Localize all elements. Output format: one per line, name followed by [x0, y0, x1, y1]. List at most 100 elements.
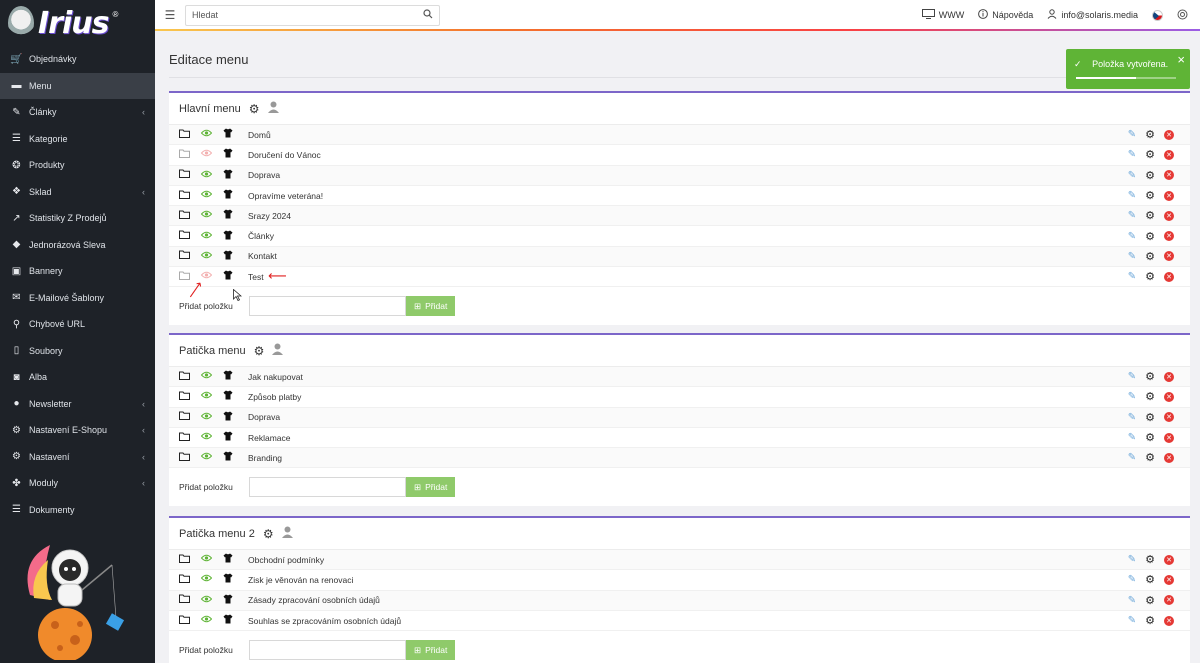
folder-icon[interactable] [179, 391, 190, 403]
gear-icon[interactable]: ⚙ [1145, 573, 1155, 586]
tshirt-icon[interactable] [222, 411, 233, 424]
eye-icon[interactable] [200, 210, 213, 221]
tshirt-icon[interactable] [222, 250, 233, 263]
hamburger-menu-icon[interactable]: ☰ [155, 8, 185, 22]
menu-item-label[interactable]: Zisk je věnován na renovaci [248, 575, 353, 585]
edit-pencil-icon[interactable]: ✎ [1128, 574, 1136, 585]
eye-icon[interactable] [200, 371, 213, 382]
menu-item-label[interactable]: Kontakt [248, 251, 277, 261]
tshirt-icon[interactable] [222, 230, 233, 243]
edit-pencil-icon[interactable]: ✎ [1128, 271, 1136, 282]
edit-pencil-icon[interactable]: ✎ [1128, 595, 1136, 606]
sidebar-item-16[interactable]: ⚙ Nastavení ‹ [0, 444, 155, 471]
delete-icon[interactable]: ✕ [1164, 271, 1174, 282]
menu-item-label[interactable]: Srazy 2024 [248, 211, 291, 221]
gear-icon[interactable]: ⚙ [1145, 370, 1155, 383]
menu-item-label[interactable]: Obchodní podmínky [248, 555, 324, 565]
edit-pencil-icon[interactable]: ✎ [1128, 251, 1136, 262]
delete-icon[interactable]: ✕ [1164, 391, 1174, 402]
tshirt-icon[interactable] [222, 573, 233, 586]
delete-icon[interactable]: ✕ [1164, 149, 1174, 160]
add-item-input[interactable] [249, 640, 406, 661]
sidebar-item-17[interactable]: ✤ Moduly ‹ [0, 470, 155, 497]
folder-icon[interactable] [179, 411, 190, 423]
menu-item-label[interactable]: Jak nakupovat [248, 372, 303, 382]
eye-hidden-icon[interactable] [200, 271, 213, 282]
delete-icon[interactable]: ✕ [1164, 615, 1174, 626]
delete-icon[interactable]: ✕ [1164, 452, 1174, 463]
folder-icon[interactable] [179, 230, 190, 242]
gear-icon[interactable]: ⚙ [249, 102, 260, 116]
folder-icon[interactable] [179, 169, 190, 181]
delete-icon[interactable]: ✕ [1164, 595, 1174, 606]
sidebar-item-4[interactable]: ☰ Kategorie [0, 126, 155, 153]
sidebar-item-2[interactable]: ▬ Menu [0, 72, 155, 99]
tshirt-icon[interactable] [222, 189, 233, 202]
gear-icon[interactable]: ⚙ [1145, 230, 1155, 243]
menu-item-label[interactable]: Test [248, 272, 264, 282]
close-icon[interactable]: × [1177, 52, 1185, 67]
gear-icon[interactable]: ⚙ [1145, 270, 1155, 283]
sidebar-item-13[interactable]: ◙ Alba [0, 364, 155, 391]
add-item-input[interactable] [249, 477, 406, 498]
sidebar-item-10[interactable]: ✉ E-Mailové Šablony [0, 285, 155, 312]
edit-pencil-icon[interactable]: ✎ [1128, 391, 1136, 402]
user-icon[interactable] [272, 343, 284, 358]
edit-pencil-icon[interactable]: ✎ [1128, 452, 1136, 463]
edit-pencil-icon[interactable]: ✎ [1128, 129, 1136, 140]
search-input[interactable] [192, 10, 423, 20]
gear-icon[interactable]: ⚙ [1145, 614, 1155, 627]
tshirt-icon[interactable] [222, 148, 233, 161]
menu-item-label[interactable]: Souhlas se zpracováním osobních údajů [248, 616, 401, 626]
eye-icon[interactable] [200, 412, 213, 423]
eye-hidden-icon[interactable] [200, 149, 213, 160]
www-link[interactable]: WWW [921, 9, 964, 21]
menu-item-label[interactable]: Opravíme veteránа! [248, 191, 323, 201]
delete-icon[interactable]: ✕ [1164, 574, 1174, 585]
tshirt-icon[interactable] [222, 390, 233, 403]
gear-icon[interactable]: ⚙ [1145, 411, 1155, 424]
add-item-input[interactable] [249, 296, 406, 317]
folder-icon[interactable] [179, 452, 190, 464]
czech-flag-icon[interactable] [1152, 9, 1163, 21]
sidebar-item-1[interactable]: 🛒 Objednávky [0, 46, 155, 73]
sidebar-item-15[interactable]: ⚙ Nastavení E-Shopu ‹ [0, 417, 155, 444]
gear-icon[interactable]: ⚙ [1145, 451, 1155, 464]
search-icon[interactable] [423, 9, 433, 21]
sidebar-item-9[interactable]: ▣ Bannery [0, 258, 155, 285]
eye-icon[interactable] [200, 595, 213, 606]
delete-icon[interactable]: ✕ [1164, 251, 1174, 262]
tshirt-icon[interactable] [222, 270, 233, 283]
eye-icon[interactable] [200, 129, 213, 140]
gear-icon[interactable]: ⚙ [1145, 209, 1155, 222]
menu-item-label[interactable]: Domů [248, 130, 271, 140]
eye-icon[interactable] [200, 231, 213, 242]
folder-icon[interactable] [179, 129, 190, 141]
user-icon[interactable] [281, 526, 293, 541]
eye-icon[interactable] [200, 190, 213, 201]
menu-item-label[interactable]: Doprava [248, 412, 280, 422]
sidebar-item-14[interactable]: ● Newsletter ‹ [0, 391, 155, 418]
tshirt-icon[interactable] [222, 431, 233, 444]
edit-pencil-icon[interactable]: ✎ [1128, 231, 1136, 242]
eye-icon[interactable] [200, 615, 213, 626]
add-item-button[interactable]: ⊞ Přidat [406, 477, 456, 498]
add-item-button[interactable]: ⊞ Přidat [406, 640, 456, 661]
folder-icon[interactable] [179, 371, 190, 383]
menu-item-label[interactable]: Branding [248, 453, 282, 463]
eye-icon[interactable] [200, 391, 213, 402]
delete-icon[interactable]: ✕ [1164, 190, 1174, 201]
user-icon[interactable] [267, 101, 279, 116]
tshirt-icon[interactable] [222, 169, 233, 182]
tshirt-icon[interactable] [222, 370, 233, 383]
gear-icon[interactable]: ⚙ [1145, 128, 1155, 141]
tshirt-icon[interactable] [222, 128, 233, 141]
delete-icon[interactable]: ✕ [1164, 170, 1174, 181]
folder-icon[interactable] [179, 190, 190, 202]
menu-item-label[interactable]: Doprava [248, 170, 280, 180]
edit-pencil-icon[interactable]: ✎ [1128, 412, 1136, 423]
eye-icon[interactable] [200, 170, 213, 181]
sidebar-item-18[interactable]: ☰ Dokumenty [0, 497, 155, 524]
gear-icon[interactable]: ⚙ [1145, 390, 1155, 403]
eye-icon[interactable] [200, 452, 213, 463]
